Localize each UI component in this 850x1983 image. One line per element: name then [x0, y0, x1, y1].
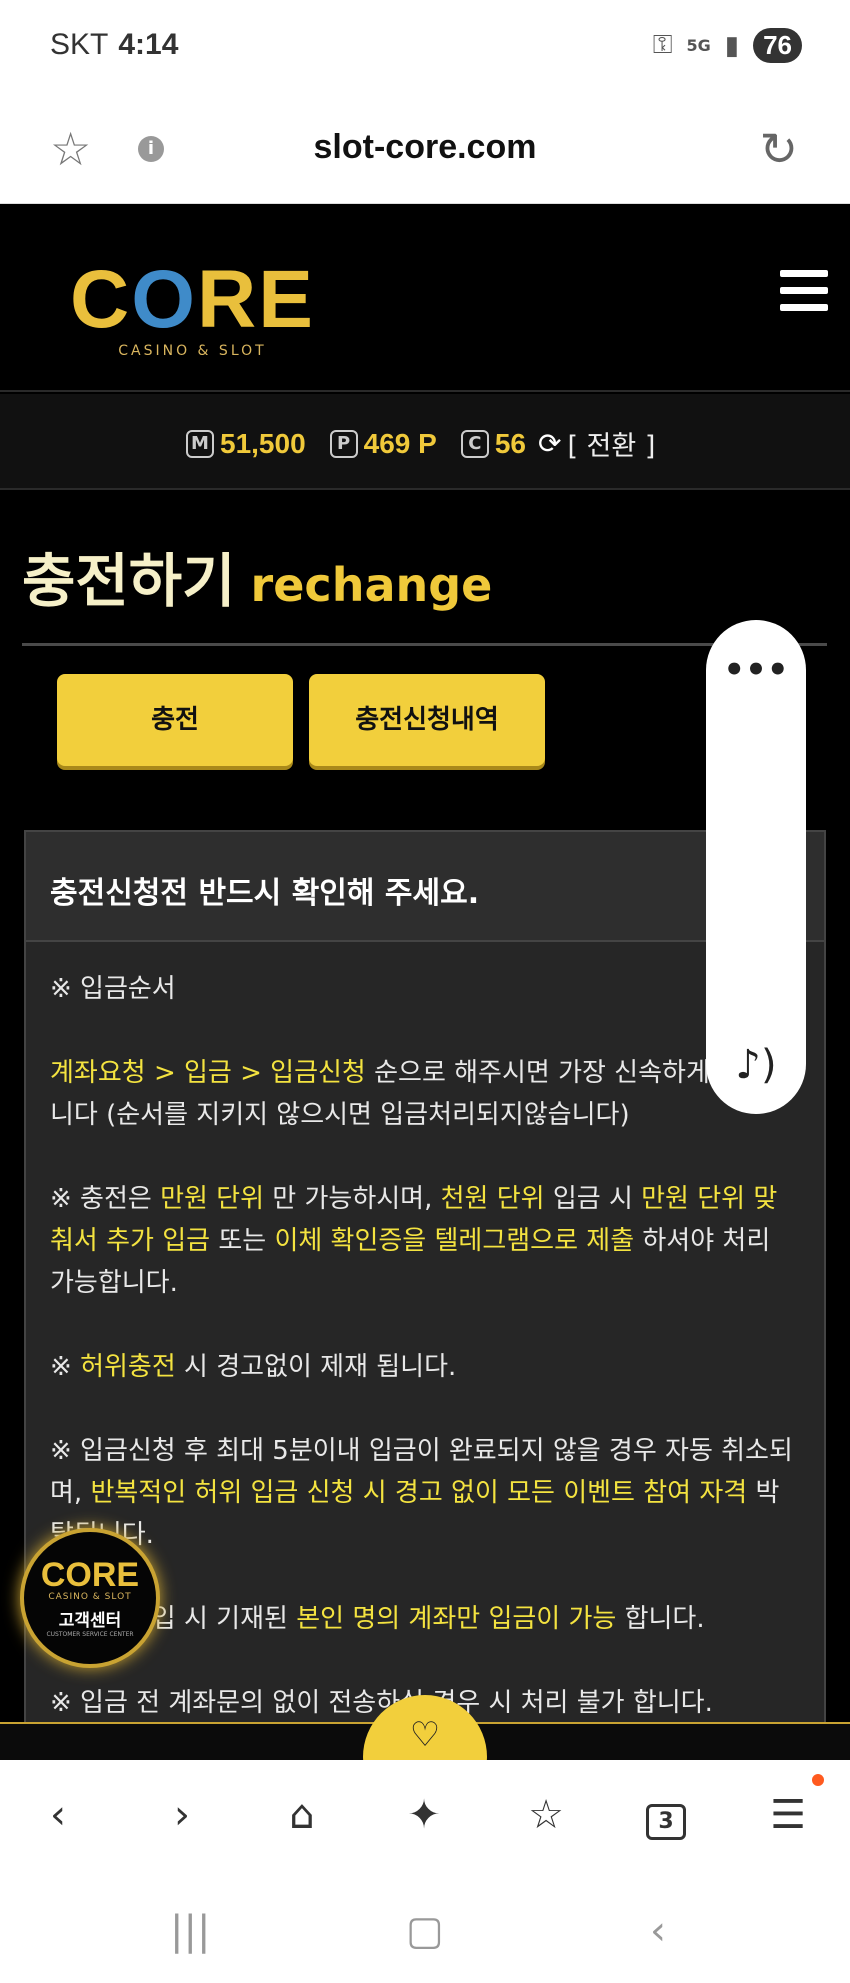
notice-item: ※ 회원가입 시 기재된 본인 명의 계좌만 입금이 가능 합니다. — [50, 1598, 800, 1640]
site-header: CORE CASINO & SLOT — [0, 204, 850, 392]
notice-item: ※ 허위충전 시 경고없이 제재 됩니다. — [50, 1346, 800, 1388]
forward-icon[interactable]: › — [152, 1792, 212, 1838]
carrier-label: SKT — [50, 28, 109, 61]
notice-highlight: 만원 단위 — [160, 1184, 265, 1214]
money-icon: M — [186, 429, 214, 458]
page-title: 충전하기 rechange — [22, 534, 827, 646]
hamburger-menu-icon[interactable] — [780, 270, 828, 312]
browser-toolbar: ‹ › ⌂ ✦ ☆ 3 ☰ — [0, 1760, 850, 1884]
tabs-icon[interactable]: 3 — [636, 1792, 696, 1840]
balance-bar: M 51,500 P 469 P C 56 ⟳ [ 전환 ] — [0, 394, 850, 490]
logo-text: CORE — [70, 259, 315, 341]
balance-row: M 51,500 P 469 P C 56 ⟳ [ 전환 ] — [186, 424, 655, 463]
cs-title: 고객센터 — [58, 1611, 122, 1631]
logo-re: RE — [197, 254, 315, 345]
charge-button[interactable]: 충전 — [57, 674, 293, 766]
coin-icon: C — [460, 429, 489, 458]
network-type: 5G — [686, 36, 711, 55]
bookmarks-icon[interactable]: ☆ — [516, 1792, 576, 1838]
page-title-ko: 충전하기 — [22, 547, 236, 615]
notice-item: ※ 입금순서 — [50, 974, 176, 1004]
url-display[interactable]: slot-core.com — [0, 128, 850, 167]
recent-apps-icon[interactable]: ||| — [170, 1908, 210, 1954]
sound-icon[interactable]: ♪) — [706, 1042, 806, 1088]
clock: 4:14 — [118, 28, 179, 61]
point-icon: P — [329, 429, 358, 458]
notice-text: 만 가능하시며, — [264, 1184, 441, 1214]
page-title-en: rechange — [250, 558, 493, 612]
status-icons: ⚿ 5G ▮ 76 — [653, 28, 802, 63]
coin-balance: 56 — [494, 427, 526, 459]
swap-button[interactable]: [ 전환 ] — [567, 424, 655, 463]
system-nav-bar: ||| ▢ ‹ — [0, 1884, 850, 1983]
sparkle-icon[interactable]: ✦ — [394, 1792, 454, 1838]
floating-side-panel: ••• ♪) — [706, 620, 806, 1114]
menu-icon[interactable]: ☰ — [758, 1792, 818, 1838]
tabs-count: 3 — [646, 1804, 686, 1840]
logo-o: O — [131, 254, 198, 345]
notice-item: ※ 입금신청 후 최대 5분이내 입금이 완료되지 않을 경우 자동 취소되며,… — [50, 1430, 800, 1556]
status-bar: SKT 4:14 ⚿ 5G ▮ 76 — [0, 0, 850, 96]
home-icon[interactable]: ⌂ — [272, 1792, 332, 1838]
point-balance: 469 P — [363, 427, 437, 459]
logo-c: C — [70, 254, 132, 345]
cs-logo: CORE — [40, 1556, 140, 1594]
notice-text: ※ — [50, 1352, 81, 1382]
notice-text: 시 경고없이 제재 됩니다. — [175, 1352, 457, 1382]
logo-subtitle: CASINO & SLOT — [118, 343, 267, 359]
notice-item: 계좌요청 > 입금 > 입금신청 순으로 해주시면 가장 신속하게 처리됩니다 … — [50, 1052, 800, 1136]
notice-highlight: 반복적인 허위 입금 신청 시 경고 없이 모든 이벤트 참여 자격 — [90, 1478, 748, 1508]
signal-icon: ▮ — [724, 30, 740, 61]
battery-level: 76 — [753, 28, 802, 63]
notice-highlight: 본인 명의 계좌만 입금이 가능 — [296, 1604, 617, 1634]
site-logo[interactable]: CORE CASINO & SLOT — [70, 259, 315, 360]
customer-center-button[interactable]: CORE CASINO & SLOT 고객센터 CUSTOMER SERVICE… — [20, 1528, 160, 1668]
notice-highlight: 천원 단위 — [440, 1184, 545, 1214]
notice-heading: 충전신청전 반드시 확인해 주세요. — [26, 832, 824, 942]
browser-url-bar: ☆ i slot-core.com ↻ — [0, 96, 850, 204]
status-left: SKT 4:14 — [50, 28, 178, 62]
more-options-icon[interactable]: ••• — [706, 650, 806, 690]
notice-text: 합니다. — [616, 1604, 705, 1634]
notification-dot — [812, 1774, 824, 1786]
home-button-icon[interactable]: ▢ — [406, 1908, 444, 1954]
cs-tiny-text: CUSTOMER SERVICE CENTER — [46, 1631, 134, 1638]
notice-highlight: 이체 확인증을 텔레그램으로 제출 — [274, 1226, 635, 1256]
system-back-icon[interactable]: ‹ — [650, 1908, 666, 1954]
money-balance: 51,500 — [220, 427, 306, 459]
notice-highlight: 계좌요청 > 입금 > 입금신청 — [50, 1058, 366, 1088]
back-icon[interactable]: ‹ — [28, 1792, 88, 1838]
web-page: CORE CASINO & SLOT M 51,500 P 469 P C 56… — [0, 204, 850, 1760]
reload-icon[interactable]: ↻ — [759, 122, 798, 176]
notice-text: 또는 — [210, 1226, 275, 1256]
charge-history-button[interactable]: 충전신청내역 — [309, 674, 545, 766]
notice-highlight: 허위충전 — [80, 1352, 176, 1382]
notice-text: ※ 충전은 — [50, 1184, 161, 1214]
notice-item: ※ 충전은 만원 단위 만 가능하시며, 천원 단위 입금 시 만원 단위 맞춰… — [50, 1178, 800, 1304]
refresh-icon[interactable]: ⟳ — [538, 427, 561, 460]
notice-text: 입금 시 — [544, 1184, 642, 1214]
key-icon: ⚿ — [652, 30, 673, 60]
